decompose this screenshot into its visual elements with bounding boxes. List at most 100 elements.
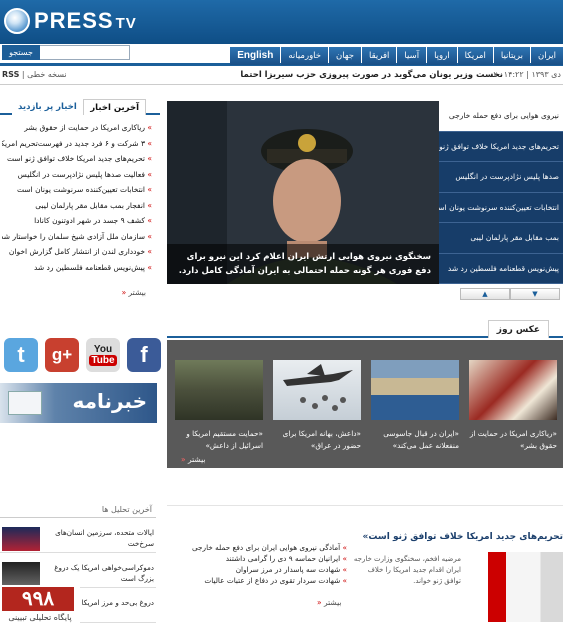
photo-item[interactable]: «ریاکاری امریکا در حمایت از حقوق بشر» xyxy=(469,360,557,464)
page: PRESS TV جستجو ایران بریتانیا امریکا اروپ… xyxy=(0,0,563,630)
envelope-icon xyxy=(8,391,42,415)
list-item[interactable]: فعالیت صدها پلیس نژادپرست در انگلیس xyxy=(2,167,152,183)
logo-998-text: پایگاه تحلیلی تبیینی xyxy=(8,613,72,622)
analysis-row[interactable]: ایالات متحده، سرزمین انسان‌های سرخ‌خت xyxy=(0,525,156,553)
news-ticker: RSS | نسخه خطی نخست وزیر یونان می‌گوید د… xyxy=(0,67,563,85)
nav-item-europe[interactable]: اروپا xyxy=(427,47,457,65)
ticker-headline[interactable]: نخست وزیر یونان می‌گوید در صورت پیروزی ح… xyxy=(240,70,503,80)
search-button[interactable]: جستجو xyxy=(2,45,40,60)
ticker-date: ۱۰ دی ۱۳۹۳ xyxy=(492,70,561,79)
site-header: PRESS TV xyxy=(0,0,563,44)
site-998-logo[interactable]: ۹۹۸ پایگاه تحلیلی تبیینی xyxy=(0,585,80,630)
twitter-icon[interactable]: t xyxy=(4,338,38,372)
newsletter-label: خبرنامه xyxy=(72,389,147,413)
logo-998-number: ۹۹۸ xyxy=(2,587,74,611)
nav-item-africa[interactable]: افریقا xyxy=(362,47,397,65)
ticker-links: RSS | نسخه خطی xyxy=(2,70,67,79)
photo-thumbnail xyxy=(371,360,459,420)
nav-item-america[interactable]: امریکا xyxy=(457,47,493,65)
list-item[interactable]: انفجار بمب مقابل مقر پارلمان لیبی xyxy=(2,198,152,214)
latest-news-box: آخرین اخبار اخبار پر بازدید ریاکاری امری… xyxy=(0,98,160,308)
tab-latest-news[interactable]: آخرین اخبار xyxy=(83,99,146,115)
slider-item[interactable]: انتخابات تعیین‌کننده سرنوشت یونان است xyxy=(439,192,563,223)
photo-more-link[interactable]: بیشتر xyxy=(181,455,205,464)
ticker-time: ۱۴:۲۲ xyxy=(503,70,524,79)
list-item[interactable]: ۳ شرکت و ۶ فرد جدید در فهرست‌تحریم امریک… xyxy=(2,136,152,152)
youtube-bottom: Tube xyxy=(89,355,117,366)
ticker-datetime: ۱۰ دی ۱۳۹۳ | ۱۴:۲۲ xyxy=(492,70,561,79)
slider-headlines: نیروی هوایی برای دفع حمله خارجی تحریم‌ها… xyxy=(439,101,563,284)
featured-more-link[interactable]: بیشتر xyxy=(317,598,341,607)
aircraft-drop-image xyxy=(283,364,353,411)
nav-item-english[interactable]: English xyxy=(230,47,281,65)
list-item[interactable]: تحریم‌های جدید امریکا خلاف توافق ژنو است xyxy=(2,151,152,167)
analysis-row[interactable]: دموکراسی‌خواهی امریکا یک دروغ بزرگ است xyxy=(0,560,156,588)
photo-caption: «ایران در قبال جاسوسی منفعلانه عمل می‌کن… xyxy=(383,429,459,450)
photo-caption: «داعش، بهانه امریکا برای حضور در عراق» xyxy=(282,429,361,450)
analysis-thumbnail xyxy=(2,562,40,586)
rss-link[interactable]: RSS xyxy=(2,70,19,79)
facebook-icon[interactable]: f xyxy=(127,338,161,372)
photo-of-day-header: عکس روز xyxy=(167,318,563,338)
list-item[interactable]: آمادگی نیروی هوایی ایران برای دفع حمله خ… xyxy=(177,542,347,553)
slider-item[interactable]: پیش‌نویس قطعنامه فلسطین رد شد xyxy=(439,253,563,284)
newsletter-banner[interactable]: خبرنامه xyxy=(0,383,157,423)
analysis-title: آخرین تحلیل ها xyxy=(0,505,156,518)
nav-item-asia[interactable]: آسیا xyxy=(397,47,427,65)
tab-most-viewed[interactable]: اخبار پر بازدید xyxy=(12,99,83,115)
logo-press: PRESS xyxy=(34,8,114,33)
youtube-icon[interactable]: You Tube xyxy=(86,338,120,372)
slider-controls: ▲ ▼ xyxy=(460,288,560,300)
slider-image[interactable]: سخنگوی نیروی هوایی ارتش ایران اعلام کرد … xyxy=(167,101,439,284)
list-item[interactable]: شهادت سه پاسدار در مرز سراوان xyxy=(177,564,347,575)
photo-caption: «ریاکاری امریکا در حمایت از حقوق بشر» xyxy=(469,429,557,450)
list-item[interactable]: انتخابات تعیین‌کننده سرنوشت یونان است xyxy=(2,182,152,198)
tab-photo-of-day[interactable]: عکس روز xyxy=(487,320,549,338)
analysis-thumbnail xyxy=(2,527,40,551)
photo-item[interactable]: «حمایت مستقیم امریکا و اسرائیل از داعش» xyxy=(175,360,263,464)
list-item[interactable]: شهادت سردار تقوی در دفاع از عتبات عالیات xyxy=(177,575,347,586)
featured-news-box: تحریم‌های جدید امریکا خلاف توافق ژنو است… xyxy=(167,505,563,630)
headline-slider: سخنگوی نیروی هوایی ارتش ایران اعلام کرد … xyxy=(167,101,563,284)
photo-thumbnail xyxy=(469,360,557,420)
featured-image[interactable] xyxy=(488,552,563,622)
list-item[interactable]: سازمان ملل آزادی شیخ سلمان را خواستار شد xyxy=(2,229,152,245)
logo-text: PRESS TV xyxy=(34,8,137,34)
print-link[interactable]: نسخه خطی xyxy=(27,70,67,79)
list-item[interactable]: پیش‌نویس قطعنامه فلسطین رد شد xyxy=(2,260,152,276)
slider-item[interactable]: بمب مقابل مقر پارلمان لیبی xyxy=(439,223,563,254)
slider-up-button[interactable]: ▲ xyxy=(460,288,510,300)
nav-menu: ایران بریتانیا امریکا اروپا آسیا افریقا … xyxy=(229,47,563,65)
photo-item[interactable]: «ایران در قبال جاسوسی منفعلانه عمل می‌کن… xyxy=(371,360,459,464)
photo-thumbnail xyxy=(175,360,263,420)
slider-item[interactable]: تحریم‌های جدید امریکا خلاف توافق ژنو است xyxy=(439,131,563,162)
featured-list: آمادگی نیروی هوایی ایران برای دفع حمله خ… xyxy=(177,542,347,586)
analysis-text: دموکراسی‌خواهی امریکا یک دروغ بزرگ است xyxy=(54,563,154,583)
youtube-top: You xyxy=(93,344,113,355)
nav-item-britain[interactable]: بریتانیا xyxy=(493,47,530,65)
list-item[interactable]: خودداری لندن از انتشار کامل گزارش اخوان xyxy=(2,244,152,260)
slider-item[interactable]: نیروی هوایی برای دفع حمله خارجی xyxy=(439,101,563,132)
latest-news-list: ریاکاری امریکا در حمایت از حقوق بشر ۳ شر… xyxy=(2,120,152,275)
social-links: t g+ You Tube f xyxy=(4,338,168,372)
list-item[interactable]: ریاکاری امریکا در حمایت از حقوق بشر xyxy=(2,120,152,136)
featured-headline[interactable]: تحریم‌های جدید امریکا خلاف توافق ژنو است… xyxy=(363,532,563,542)
slider-caption[interactable]: سخنگوی نیروی هوایی ارتش ایران اعلام کرد … xyxy=(167,244,439,284)
presstv-logo[interactable]: PRESS TV xyxy=(4,6,137,36)
nav-item-world[interactable]: جهان xyxy=(329,47,362,65)
photo-of-day-box: «ریاکاری امریکا در حمایت از حقوق بشر» «ا… xyxy=(167,340,563,468)
featured-summary: مرضیه افخم، سخنگوی وزارت خارجه ایران اقد… xyxy=(353,555,461,585)
latest-tabs: آخرین اخبار اخبار پر بازدید xyxy=(0,98,160,115)
nav-item-middle-east[interactable]: خاورمیانه xyxy=(281,47,329,65)
slider-down-button[interactable]: ▼ xyxy=(510,288,560,300)
nav-item-iran[interactable]: ایران xyxy=(530,47,563,65)
photo-thumbnail xyxy=(273,360,361,420)
slider-item[interactable]: صدها پلیس نژادپرست در انگلیس xyxy=(439,162,563,193)
latest-more-link[interactable]: بیشتر xyxy=(122,288,146,297)
list-item[interactable]: ایرانیان حماسه ۹ دی را گرامی داشتند xyxy=(177,553,347,564)
google-plus-icon[interactable]: g+ xyxy=(45,338,79,372)
analysis-text: ایالات متحده، سرزمین انسان‌های سرخ‌خت xyxy=(55,528,154,548)
photo-item[interactable]: «داعش، بهانه امریکا برای حضور در عراق» xyxy=(273,360,361,464)
logo-tv: TV xyxy=(115,15,137,32)
list-item[interactable]: کشف ۹ جسد در شهر ادوتنون کانادا xyxy=(2,213,152,229)
